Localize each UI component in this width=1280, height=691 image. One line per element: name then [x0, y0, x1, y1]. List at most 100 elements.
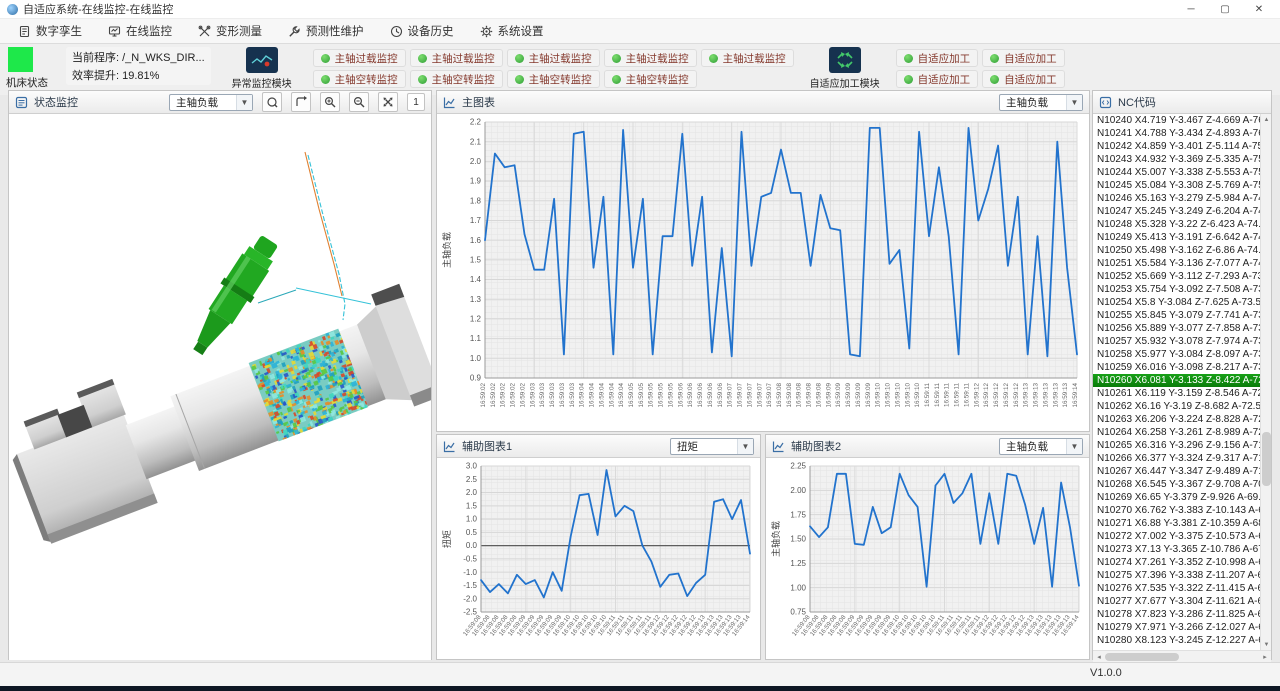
adaptive-machining-button[interactable]: 自适应加工 — [982, 49, 1065, 67]
nc-code-row[interactable]: N10255 X5.845 Y-3.079 Z-7.741 A-73.458 — [1093, 309, 1271, 322]
nc-code-row[interactable]: N10243 X4.932 Y-3.369 Z-5.335 A-75.523 — [1093, 153, 1271, 166]
nc-code-row[interactable]: N10247 X5.245 Y-3.249 Z-6.204 A-74.701 — [1093, 205, 1271, 218]
svg-text:16:59:07: 16:59:07 — [766, 383, 773, 408]
nc-code-row[interactable]: N10278 X7.823 Y-3.286 Z-11.825 A-63.73 — [1093, 608, 1271, 621]
menu-item-device-history[interactable]: 设备历史 — [380, 20, 464, 42]
nc-code-row[interactable]: N10253 X5.754 Y-3.092 Z-7.508 A-73.677 — [1093, 283, 1271, 296]
minimize-button[interactable]: ─ — [1174, 1, 1208, 17]
nc-code-row[interactable]: N10246 X5.163 Y-3.279 Z-5.984 A-74.892 — [1093, 192, 1271, 205]
svg-text:-2.0: -2.0 — [463, 594, 477, 603]
svg-text:1.2: 1.2 — [470, 315, 482, 324]
nc-code-row[interactable]: N10249 X5.413 Y-3.191 Z-6.642 A-74.346 — [1093, 231, 1271, 244]
nc-code-row[interactable]: N10259 X6.016 Y-3.098 Z-8.217 A-73.036 — [1093, 361, 1271, 374]
spindle-overload-monitor-button[interactable]: 主轴过载监控 — [410, 49, 503, 67]
spindle-idle-monitor-button[interactable]: 主轴空转监控 — [313, 70, 406, 88]
aux-chart1-signal-dropdown[interactable]: 扭矩 ▼ — [670, 438, 754, 455]
nc-code-row[interactable]: N10279 X7.971 Y-3.266 Z-12.027 A-62.98 — [1093, 621, 1271, 634]
svg-text:16:59:12: 16:59:12 — [993, 383, 1000, 408]
nc-code-row[interactable]: N10276 X7.535 Y-3.322 Z-11.415 A-65.22 — [1093, 582, 1271, 595]
nc-code-row[interactable]: N10277 X7.677 Y-3.304 Z-11.621 A-64.48 — [1093, 595, 1271, 608]
line-chart-icon — [443, 96, 456, 109]
spindle-idle-monitor-button[interactable]: 主轴空转监控 — [507, 70, 600, 88]
nc-code-row[interactable]: N10273 X7.13 Y-3.365 Z-10.786 A-67.372 — [1093, 543, 1271, 556]
nc-code-row[interactable]: N10280 X8.123 Y-3.245 Z-12.227 A-62.23 — [1093, 634, 1271, 647]
nc-code-row[interactable]: N10244 X5.007 Y-3.338 Z-5.553 A-75.297 — [1093, 166, 1271, 179]
zoom-out-button[interactable] — [349, 92, 369, 112]
fit-view-button[interactable] — [378, 92, 398, 112]
nc-code-row[interactable]: N10261 X6.119 Y-3.159 Z-8.546 A-72.701 — [1093, 387, 1271, 400]
aux-chart2-signal-dropdown[interactable]: 主轴负载 ▼ — [999, 438, 1083, 455]
pan-tool-button[interactable] — [291, 92, 311, 112]
close-button[interactable]: ✕ — [1242, 1, 1276, 17]
adaptive-machining-button[interactable]: 自适应加工 — [896, 70, 979, 88]
nc-vertical-scrollbar[interactable]: ▲ ▼ — [1260, 114, 1271, 650]
nc-code-row[interactable]: N10242 X4.859 Y-3.401 Z-5.114 A-75.775 — [1093, 140, 1271, 153]
status-monitor-panel: 状态监控 主轴负载 ▼ 1 — [8, 90, 432, 660]
nc-code-row[interactable]: N10256 X5.889 Y-3.077 Z-7.858 A-73.348 — [1093, 322, 1271, 335]
machine-3d-viewport[interactable] — [9, 114, 431, 660]
spindle-overload-monitor-button[interactable]: 主轴过载监控 — [701, 49, 794, 67]
svg-text:1.3: 1.3 — [470, 295, 482, 304]
nc-code-row[interactable]: N10267 X6.447 Y-3.347 Z-9.489 A-71.055 — [1093, 465, 1271, 478]
spindle-overload-monitor-button[interactable]: 主轴过载监控 — [507, 49, 600, 67]
orbit-tool-button[interactable] — [262, 92, 282, 112]
nc-code-row[interactable]: N10269 X6.65 Y-3.379 Z-9.926 A-69.947 C — [1093, 491, 1271, 504]
nc-code-row[interactable]: N10258 X5.977 Y-3.084 Z-8.097 A-73.138 — [1093, 348, 1271, 361]
scroll-right-icon[interactable]: ▸ — [1259, 651, 1271, 662]
main-chart-signal-dropdown[interactable]: 主轴负载 ▼ — [999, 94, 1083, 111]
view-signal-dropdown[interactable]: 主轴负载 ▼ — [169, 94, 253, 111]
nc-code-row[interactable]: N10266 X6.377 Y-3.324 Z-9.317 A-71.443 — [1093, 452, 1271, 465]
nc-code-row[interactable]: N10257 X5.932 Y-3.078 Z-7.974 A-73.243 — [1093, 335, 1271, 348]
spindle-overload-monitor-button[interactable]: 主轴过载监控 — [313, 49, 406, 67]
nc-code-row[interactable]: N10271 X6.88 Y-3.381 Z-10.359 A-68.711 — [1093, 517, 1271, 530]
spindle-idle-monitor-button[interactable]: 主轴空转监控 — [410, 70, 503, 88]
nc-code-row[interactable]: N10250 X5.498 Y-3.162 Z-6.86 A-74.178 C — [1093, 244, 1271, 257]
nc-code-row[interactable]: N10265 X6.316 Y-3.296 Z-9.156 A-71.771 — [1093, 439, 1271, 452]
nc-code-row[interactable]: N10275 X7.396 Y-3.338 Z-11.207 A-65.95 — [1093, 569, 1271, 582]
nc-code-row[interactable]: N10264 X6.258 Y-3.261 Z-8.989 A-72.072 — [1093, 426, 1271, 439]
nc-code-row[interactable]: N10272 X7.002 Y-3.375 Z-10.573 A-68.05 — [1093, 530, 1271, 543]
nc-code-row[interactable]: N10240 X4.719 Y-3.467 Z-4.669 A-76.396 — [1093, 114, 1271, 127]
nc-vscroll-thumb[interactable] — [1262, 432, 1271, 486]
nc-code-row[interactable]: N10268 X6.545 Y-3.367 Z-9.708 A-70.519 — [1093, 478, 1271, 491]
program-info-block: 当前程序: /_N_WKS_DIR... 效率提升: 19.81% — [66, 47, 211, 85]
svg-text:16:59:03: 16:59:03 — [559, 383, 566, 408]
menu-item-system-settings[interactable]: 系统设置 — [470, 20, 554, 42]
zoom-in-button[interactable] — [320, 92, 340, 112]
svg-text:16:59:05: 16:59:05 — [638, 383, 645, 408]
adaptive-machining-button[interactable]: 自适应加工 — [982, 70, 1065, 88]
svg-text:16:59:04: 16:59:04 — [579, 383, 586, 408]
spindle-overload-monitor-button[interactable]: 主轴过载监控 — [604, 49, 697, 67]
zoom-level-value: 1 — [407, 93, 425, 111]
scroll-left-icon[interactable]: ◂ — [1093, 651, 1105, 662]
nc-code-row[interactable]: N10248 X5.328 Y-3.22 Z-6.423 A-74.52 C — [1093, 218, 1271, 231]
nc-code-row-selected[interactable]: N10260 X6.081 Y-3.133 Z-8.422 A-72.835 — [1093, 374, 1271, 387]
menu-bar: 数字孪生在线监控变形测量预测性维护设备历史系统设置 — [0, 19, 1280, 44]
main-chart-canvas: 0.91.01.11.21.31.41.51.61.71.81.92.02.12… — [437, 114, 1089, 432]
svg-text:1.8: 1.8 — [470, 196, 482, 205]
scroll-up-icon[interactable]: ▲ — [1261, 114, 1271, 125]
nc-code-row[interactable]: N10263 X6.206 Y-3.224 Z-8.828 A-72.33 C — [1093, 413, 1271, 426]
nc-code-row[interactable]: N10251 X5.584 Y-3.136 Z-7.077 A-74.012 — [1093, 257, 1271, 270]
menu-item-predictive-maintenance[interactable]: 预测性维护 — [278, 20, 374, 42]
main-chart-title: 主图表 — [462, 94, 495, 110]
menu-item-online-monitoring[interactable]: 在线监控 — [98, 20, 182, 42]
menu-item-digital-twin[interactable]: 数字孪生 — [8, 20, 92, 42]
nc-code-row[interactable]: N10270 X6.762 Y-3.383 Z-10.143 A-69.34 — [1093, 504, 1271, 517]
aux-chart1-title: 辅助图表1 — [462, 438, 512, 454]
adaptive-machining-button[interactable]: 自适应加工 — [896, 49, 979, 67]
menu-item-deformation-measurement[interactable]: 变形测量 — [188, 20, 272, 42]
nc-horizontal-scrollbar[interactable]: ◂ ▸ — [1093, 650, 1271, 662]
nc-code-row[interactable]: N10262 X6.16 Y-3.19 Z-8.682 A-72.534 C — [1093, 400, 1271, 413]
nc-code-row[interactable]: N10245 X5.084 Y-3.308 Z-5.769 A-75.088 — [1093, 179, 1271, 192]
svg-text:16:59:12: 16:59:12 — [973, 383, 980, 408]
nc-code-row[interactable]: N10241 X4.788 Y-3.434 Z-4.893 A-76.062 — [1093, 127, 1271, 140]
nc-hscroll-thumb[interactable] — [1105, 653, 1179, 661]
nc-code-row[interactable]: N10254 X5.8 Y-3.084 Z-7.625 A-73.571 C — [1093, 296, 1271, 309]
scroll-down-icon[interactable]: ▼ — [1261, 639, 1271, 650]
nc-code-row[interactable]: N10274 X7.261 Y-3.352 Z-10.998 A-66.67 — [1093, 556, 1271, 569]
nc-code-row[interactable]: N10252 X5.669 Y-3.112 Z-7.293 A-73.844 — [1093, 270, 1271, 283]
maximize-button[interactable]: ▢ — [1208, 1, 1242, 17]
svg-text:16:59:05: 16:59:05 — [628, 383, 635, 408]
spindle-idle-monitor-button[interactable]: 主轴空转监控 — [604, 70, 697, 88]
